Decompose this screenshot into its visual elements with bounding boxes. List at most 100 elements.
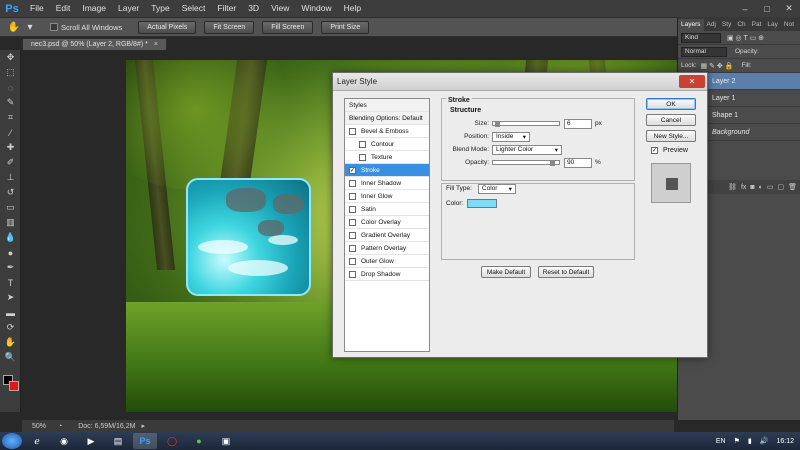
type-tool-icon[interactable]: T [0,275,21,290]
style-checkbox[interactable]: ✓ [349,166,356,174]
blend-mode-select[interactable]: Normal [681,46,727,57]
status-menu-icon[interactable]: ▸ [141,422,145,430]
new-style-button[interactable]: New Style... [646,130,696,142]
new-layer-icon[interactable]: ▢ [777,183,784,191]
marquee-tool-icon[interactable]: ⬚ [0,65,21,80]
color-swatches[interactable] [3,375,19,391]
style-checkbox[interactable] [349,192,356,200]
fill-screen-button[interactable]: Fill Screen [262,20,314,34]
background-color[interactable] [9,381,19,391]
crop-tool-icon[interactable]: ⌗ [0,110,21,125]
style-checkbox[interactable] [349,231,356,239]
flag-icon[interactable]: ⚑ [734,437,740,445]
opera-icon[interactable]: ◯ [160,433,184,449]
tab-layers[interactable]: Layers [678,19,704,31]
actual-pixels-button[interactable]: Actual Pixels [138,20,197,34]
style-item-contour[interactable]: Contour [345,138,429,151]
print-size-button[interactable]: Print Size [321,20,370,34]
volume-icon[interactable]: 🔊 [760,437,769,445]
link-icon[interactable]: ⛓ [728,183,737,191]
size-slider-thumb[interactable] [494,121,500,127]
style-checkbox[interactable] [359,140,366,148]
tab-paths[interactable]: Pat [749,19,765,31]
dodge-tool-icon[interactable]: ● [0,245,21,260]
menu-help[interactable]: Help [338,0,367,17]
menu-file[interactable]: File [24,0,50,17]
maximize-button[interactable]: □ [756,0,778,17]
style-checkbox[interactable] [349,205,356,213]
close-tab-icon[interactable]: × [154,41,158,48]
cancel-button[interactable]: Cancel [646,114,696,126]
zoom-level[interactable]: 50% [32,423,58,430]
clock[interactable]: 16:12 [776,438,794,445]
ok-button[interactable]: OK [646,98,696,110]
reset-to-default-button[interactable]: Reset to Default [538,266,594,278]
make-default-button[interactable]: Make Default [481,266,531,278]
style-item-texture[interactable]: Texture [345,151,429,164]
ie-icon[interactable]: ℯ [25,433,49,449]
move-tool-icon[interactable]: ✥ [0,50,21,65]
style-item-inner-shadow[interactable]: Inner Shadow [345,177,429,190]
fx-icon[interactable]: fx [741,184,746,191]
explorer-icon[interactable]: ▤ [106,433,130,449]
menu-3d[interactable]: 3D [242,0,265,17]
filter-kind-select[interactable]: Kind [681,32,721,43]
style-checkbox[interactable] [349,179,356,187]
menu-layer[interactable]: Layer [112,0,145,17]
menu-view[interactable]: View [265,0,295,17]
language-indicator[interactable]: EN [716,438,726,445]
dialog-close-button[interactable]: ✕ [679,75,705,88]
lasso-tool-icon[interactable]: ◌ [0,80,21,95]
style-item-bevel-emboss[interactable]: Bevel & Emboss [345,125,429,138]
document-tab[interactable]: nec3.psd @ 50% (Layer 2, RGB/8#) * × [22,38,167,50]
tab-channels[interactable]: Ch [734,19,748,31]
opacity-input[interactable]: 90 [564,157,592,168]
style-item-blending-options-default[interactable]: Blending Options: Default [345,112,429,125]
tab-layer-comps[interactable]: Lay [764,19,780,31]
opacity-slider-thumb[interactable] [549,160,555,166]
style-checkbox[interactable] [359,153,366,161]
size-input[interactable]: 6 [564,118,592,129]
clone-stamp-tool-icon[interactable]: ⊥ [0,170,21,185]
style-item-outer-glow[interactable]: Outer Glow [345,255,429,268]
style-checkbox[interactable] [349,244,356,252]
app-icon[interactable]: ▣ [214,433,238,449]
scroll-all-windows-checkbox[interactable]: Scroll All Windows [50,23,122,32]
utorrent-icon[interactable]: ● [187,433,211,449]
hand-tool-icon[interactable]: ✋ [6,20,22,34]
zoom-tool-icon[interactable]: 🔍 [0,350,21,365]
blend-mode-select[interactable]: Lighter Color ▾ [492,144,562,155]
start-button[interactable] [2,433,22,449]
hand-tool-icon[interactable]: ✋ [0,335,21,350]
3d-tool-icon[interactable]: ⟳ [0,320,21,335]
blur-tool-icon[interactable]: 💧 [0,230,21,245]
photoshop-task-icon[interactable]: Ps [133,433,157,449]
style-item-inner-glow[interactable]: Inner Glow [345,190,429,203]
style-item-gradient-overlay[interactable]: Gradient Overlay [345,229,429,242]
menu-filter[interactable]: Filter [211,0,242,17]
style-item-satin[interactable]: Satin [345,203,429,216]
tab-adjustments[interactable]: Adj [704,19,719,31]
menu-image[interactable]: Image [76,0,112,17]
size-slider[interactable] [492,121,560,127]
trash-icon[interactable]: 🗑 [788,183,797,191]
gradient-tool-icon[interactable]: ▥ [0,215,21,230]
tab-notes[interactable]: Not [781,19,797,31]
style-item-drop-shadow[interactable]: Drop Shadow [345,268,429,281]
history-brush-tool-icon[interactable]: ↺ [0,185,21,200]
preview-checkbox[interactable]: ✓ Preview [651,147,688,154]
chrome-icon[interactable]: ◉ [52,433,76,449]
water-image-layer[interactable] [186,178,311,296]
style-checkbox[interactable] [349,127,356,135]
close-window-button[interactable]: ✕ [778,0,800,17]
healing-brush-tool-icon[interactable]: ✚ [0,140,21,155]
mask-icon[interactable]: ◙ [750,184,754,191]
tool-preset-dropdown-icon[interactable]: ▾ [22,20,38,34]
dialog-title-bar[interactable]: Layer Style [333,73,707,91]
style-item-styles[interactable]: Styles [345,99,429,112]
status-info-icon[interactable]: ◔ [58,423,62,430]
style-checkbox[interactable] [349,257,356,265]
network-icon[interactable]: ▮ [748,437,752,445]
stroke-color-swatch[interactable] [467,199,498,208]
fill-type-select[interactable]: Color ▾ [477,183,516,194]
